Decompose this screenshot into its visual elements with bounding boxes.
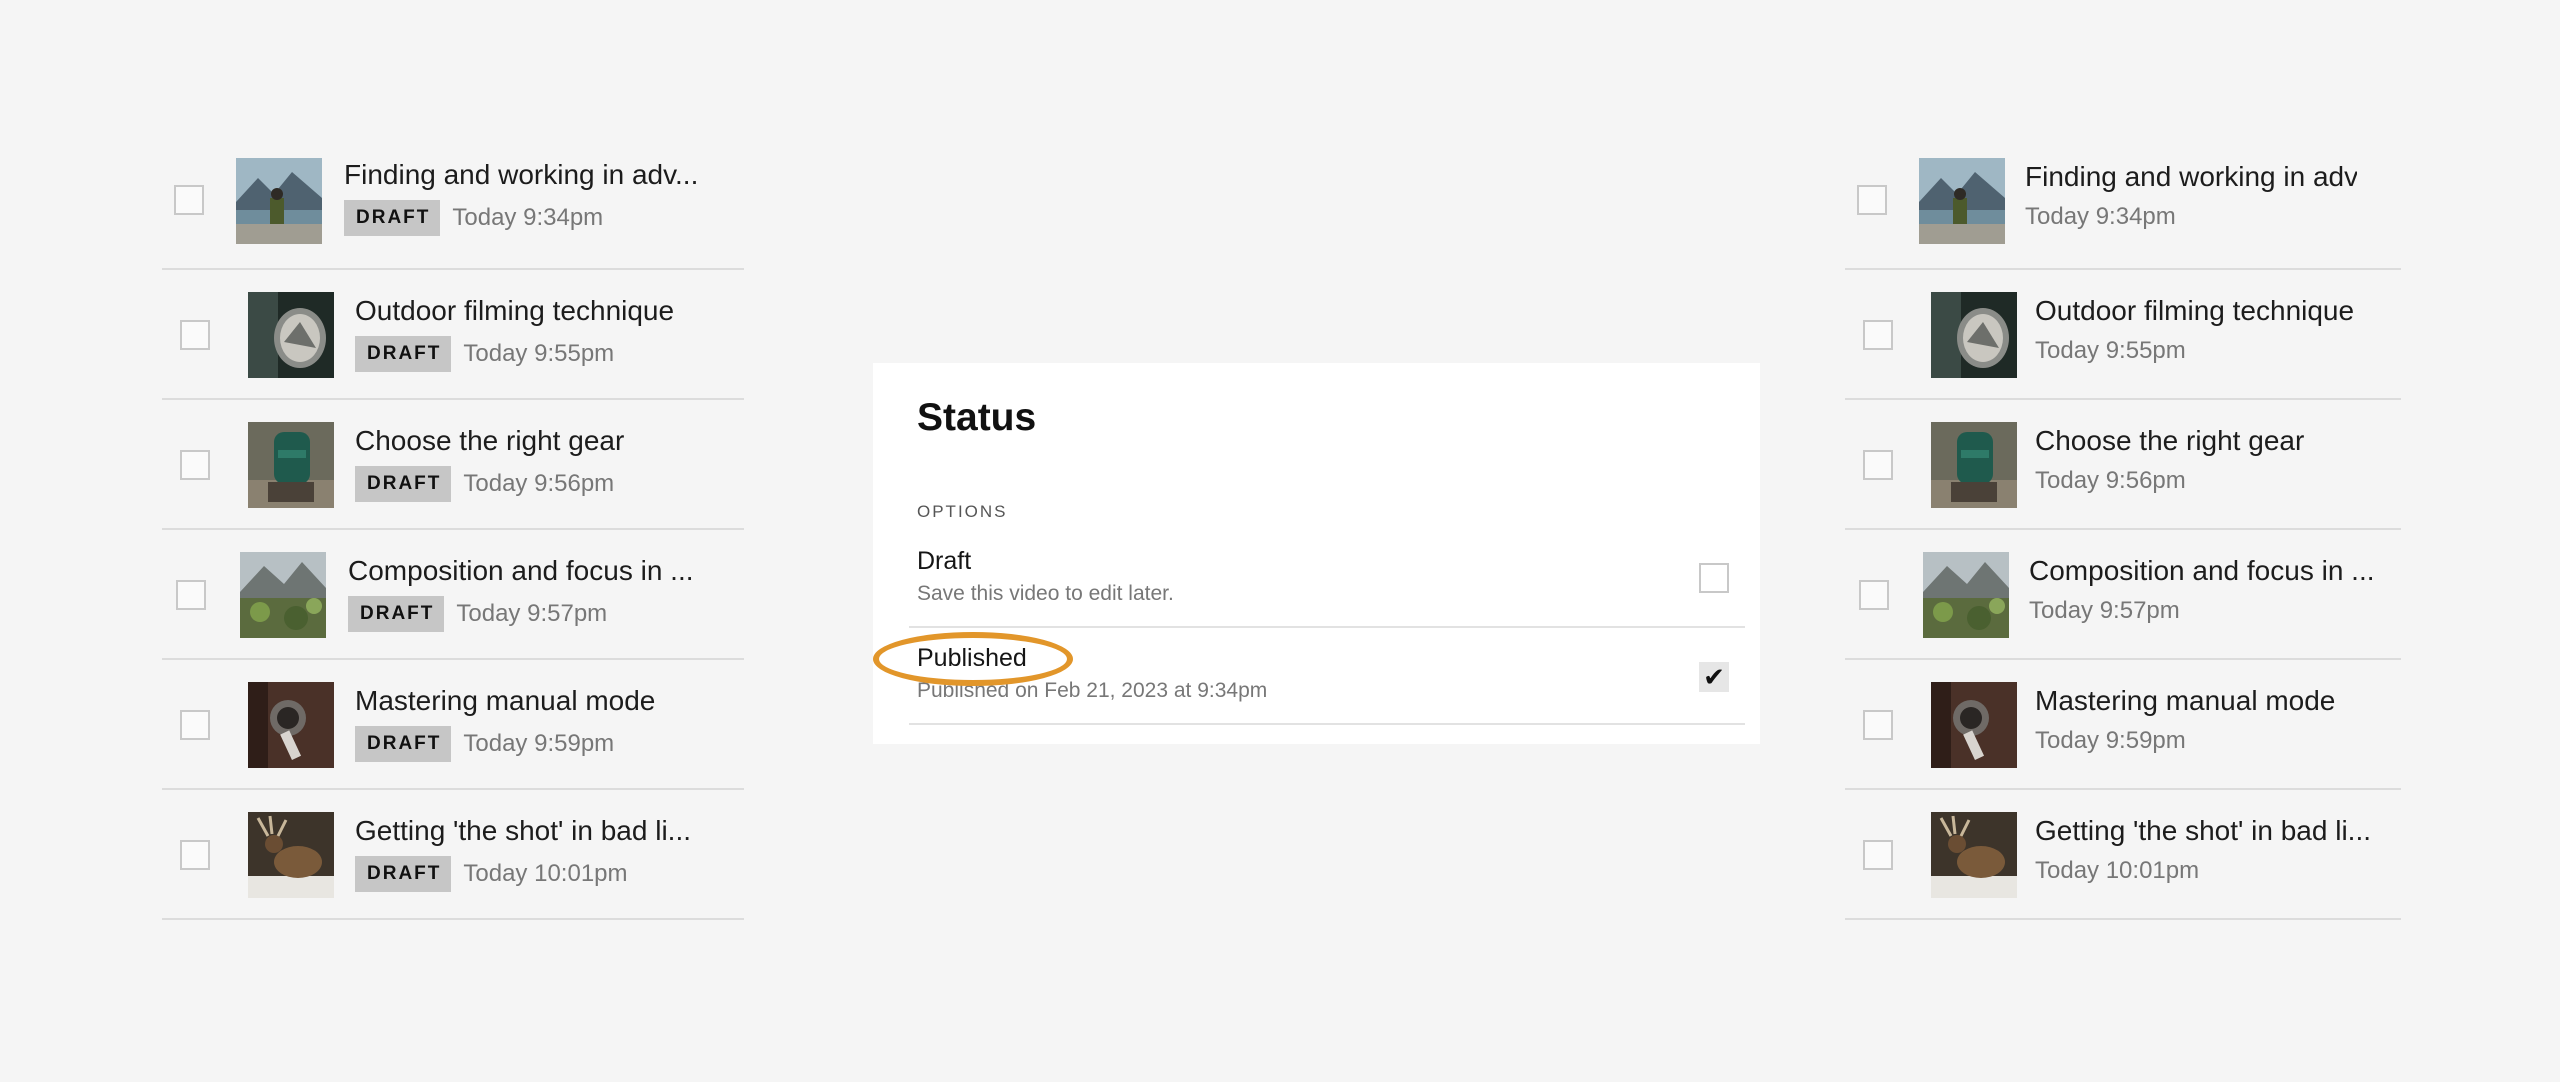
draft-badge: DRAFT [355, 466, 452, 502]
item-time: Today 9:59pm [2035, 727, 2186, 754]
item-checkbox[interactable] [1863, 710, 1893, 740]
item-checkbox[interactable] [180, 840, 210, 870]
draft-badge: DRAFT [355, 336, 452, 372]
item-checkbox[interactable] [1863, 840, 1893, 870]
panel-title: Status [917, 396, 1037, 439]
thumbnail-green-backpack [248, 422, 334, 508]
item-time: Today 9:57pm [2029, 597, 2180, 624]
thumbnail-mountain-plants [240, 552, 326, 638]
item-title: Outdoor filming technique [355, 295, 675, 326]
draft-badge: DRAFT [355, 856, 452, 892]
item-checkbox[interactable] [180, 450, 210, 480]
item-checkbox[interactable] [1859, 580, 1889, 610]
thumbnail-camera-lens-tree [1931, 682, 2017, 768]
item-time: Today 9:57pm [456, 600, 608, 627]
list-item[interactable]: Finding and working in adv... DRAFT Toda… [162, 140, 744, 270]
options-label: OPTIONS [917, 502, 1008, 521]
list-item[interactable]: Choose the right gear DRAFT Today 9:56pm [162, 400, 744, 530]
draft-checkbox[interactable] [1699, 563, 1729, 593]
item-time: Today 10:01pm [2035, 857, 2200, 884]
status-panel: Status OPTIONS Draft Save this video to … [873, 363, 1760, 744]
checkmark-icon: ✔ [1703, 662, 1725, 692]
item-title: Outdoor filming technique [2035, 295, 2355, 326]
draft-badge: DRAFT [355, 726, 452, 762]
item-checkbox[interactable] [1863, 450, 1893, 480]
item-title: Getting 'the shot' in bad li... [2035, 815, 2371, 846]
item-title: Choose the right gear [2035, 425, 2305, 456]
item-title: Choose the right gear [355, 425, 625, 456]
thumbnail-hiker-mountain-lake [236, 158, 322, 244]
item-title: Composition and focus in ... [2029, 555, 2375, 586]
item-checkbox[interactable] [1863, 320, 1893, 350]
video-list-right: Finding and working in adv Today 9:34pm … [1845, 140, 2401, 920]
draft-badge: DRAFT [348, 596, 445, 632]
list-item[interactable]: Outdoor filming technique Today 9:55pm [1845, 270, 2401, 400]
thumbnail-car-side-mirror [1931, 292, 2017, 378]
item-time: Today 10:01pm [463, 860, 628, 887]
item-title: Mastering manual mode [355, 685, 656, 716]
list-item[interactable]: Mastering manual mode DRAFT Today 9:59pm [162, 660, 744, 790]
published-highlight-ellipse [873, 632, 1073, 686]
thumbnail-elk [248, 812, 334, 898]
item-time: Today 9:34pm [452, 204, 604, 231]
item-time: Today 9:55pm [2035, 337, 2186, 364]
option-label: Draft [917, 547, 972, 575]
item-time: Today 9:59pm [463, 730, 615, 757]
list-item[interactable]: Finding and working in adv Today 9:34pm [1845, 140, 2401, 270]
item-time: Today 9:56pm [463, 470, 615, 497]
item-time: Today 9:34pm [2025, 203, 2176, 230]
item-checkbox[interactable] [180, 710, 210, 740]
video-list-left: Finding and working in adv... DRAFT Toda… [162, 140, 744, 920]
item-title: Finding and working in adv... [344, 159, 699, 190]
published-checkbox[interactable]: ✔ [1699, 662, 1729, 692]
option-description: Save this video to edit later. [917, 582, 1174, 605]
item-checkbox[interactable] [176, 580, 206, 610]
list-item[interactable]: Getting 'the shot' in bad li... Today 10… [1845, 790, 2401, 920]
item-title: Composition and focus in ... [348, 555, 694, 586]
list-item[interactable]: Getting 'the shot' in bad li... DRAFT To… [162, 790, 744, 920]
thumbnail-mountain-plants [1923, 552, 2009, 638]
item-checkbox[interactable] [174, 185, 204, 215]
list-item[interactable]: Composition and focus in ... Today 9:57p… [1845, 530, 2401, 660]
item-title: Finding and working in adv [2025, 161, 2357, 192]
draft-badge: DRAFT [344, 200, 441, 236]
item-checkbox[interactable] [1857, 185, 1887, 215]
item-time: Today 9:55pm [463, 340, 615, 367]
status-option-draft[interactable]: Draft Save this video to edit later. [909, 531, 1745, 628]
list-item[interactable]: Composition and focus in ... DRAFT Today… [162, 530, 744, 660]
thumbnail-car-side-mirror [248, 292, 334, 378]
list-item[interactable]: Choose the right gear Today 9:56pm [1845, 400, 2401, 530]
list-item[interactable]: Mastering manual mode Today 9:59pm [1845, 660, 2401, 790]
item-title: Mastering manual mode [2035, 685, 2336, 716]
list-item[interactable]: Outdoor filming technique DRAFT Today 9:… [162, 270, 744, 400]
thumbnail-camera-lens-tree [248, 682, 334, 768]
thumbnail-elk [1931, 812, 2017, 898]
item-title: Getting 'the shot' in bad li... [355, 815, 691, 846]
thumbnail-hiker-mountain-lake [1919, 158, 2005, 244]
thumbnail-green-backpack [1931, 422, 2017, 508]
item-time: Today 9:56pm [2035, 467, 2186, 494]
item-checkbox[interactable] [180, 320, 210, 350]
